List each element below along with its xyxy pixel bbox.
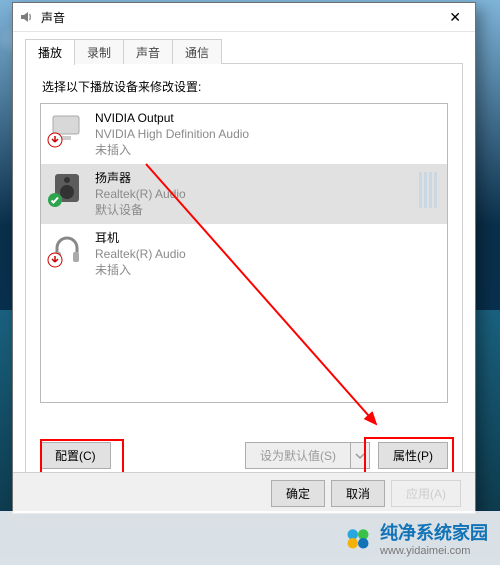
device-status: 默认设备 (95, 202, 186, 218)
check-icon (47, 192, 63, 208)
tab-panel-playback: 选择以下播放设备来修改设置: NVIDIA Output NVIDIA Hig (25, 64, 463, 482)
watermark-bar: 纯净系统家园 www.yidaimei.com (0, 511, 500, 565)
instruction-text: 选择以下播放设备来修改设置: (42, 78, 448, 95)
set-default-button[interactable]: 设为默认值(S) (245, 442, 351, 469)
device-name: 扬声器 (95, 170, 186, 186)
device-item-speaker[interactable]: 扬声器 Realtek(R) Audio 默认设备 (41, 164, 447, 224)
device-sub: Realtek(R) Audio (95, 246, 186, 262)
properties-button[interactable]: 属性(P) (378, 442, 448, 469)
tab-recording[interactable]: 录制 (74, 39, 124, 65)
watermark-brand: 纯净系统家园 (380, 519, 488, 545)
watermark-url: www.yidaimei.com (380, 545, 488, 557)
device-text-group: 耳机 Realtek(R) Audio 未插入 (95, 230, 186, 278)
device-status: 未插入 (95, 142, 249, 158)
device-name: 耳机 (95, 230, 186, 246)
device-status: 未插入 (95, 262, 186, 278)
logo-icon (344, 524, 372, 552)
device-sub: NVIDIA High Definition Audio (95, 126, 249, 142)
tab-sounds[interactable]: 声音 (123, 39, 173, 65)
titlebar[interactable]: 声音 ✕ (13, 3, 475, 32)
device-name: NVIDIA Output (95, 110, 249, 126)
dialog-button-row: 确定 取消 应用(A) (13, 472, 475, 513)
watermark-texts: 纯净系统家园 www.yidaimei.com (380, 519, 488, 557)
tab-bar: 播放 录制 声音 通信 (25, 38, 463, 64)
ok-button[interactable]: 确定 (271, 480, 325, 507)
dialog-body: 播放 录制 声音 通信 选择以下播放设备来修改设置: (13, 38, 475, 482)
volume-meter (419, 172, 437, 208)
chevron-down-icon[interactable] (351, 442, 370, 469)
monitor-icon (49, 110, 85, 146)
configure-button[interactable]: 配置(C) (40, 442, 111, 469)
sound-dialog: 声音 ✕ 播放 录制 声音 通信 选择以下播放设备来修改设置: (12, 2, 476, 514)
desktop-background: 声音 ✕ 播放 录制 声音 通信 选择以下播放设备来修改设置: (0, 0, 500, 565)
set-default-split-button[interactable]: 设为默认值(S) (245, 442, 370, 469)
window-title: 声音 (41, 9, 441, 26)
device-item-headphone[interactable]: 耳机 Realtek(R) Audio 未插入 (41, 224, 447, 284)
speaker-icon (19, 9, 35, 25)
tab-playback[interactable]: 播放 (25, 39, 75, 65)
apply-button[interactable]: 应用(A) (391, 480, 461, 507)
device-sub: Realtek(R) Audio (95, 186, 186, 202)
down-arrow-icon (47, 252, 63, 268)
speaker-icon (49, 170, 85, 206)
close-button[interactable]: ✕ (441, 7, 469, 28)
device-text-group: 扬声器 Realtek(R) Audio 默认设备 (95, 170, 186, 218)
cancel-button[interactable]: 取消 (331, 480, 385, 507)
tab-communications[interactable]: 通信 (172, 39, 222, 65)
device-item-nvidia[interactable]: NVIDIA Output NVIDIA High Definition Aud… (41, 104, 447, 164)
down-arrow-icon (47, 132, 63, 148)
headphone-icon (49, 230, 85, 266)
panel-footer: 配置(C) 设为默认值(S) 属性(P) (40, 442, 448, 469)
device-text-group: NVIDIA Output NVIDIA High Definition Aud… (95, 110, 249, 158)
device-listbox[interactable]: NVIDIA Output NVIDIA High Definition Aud… (40, 103, 448, 403)
